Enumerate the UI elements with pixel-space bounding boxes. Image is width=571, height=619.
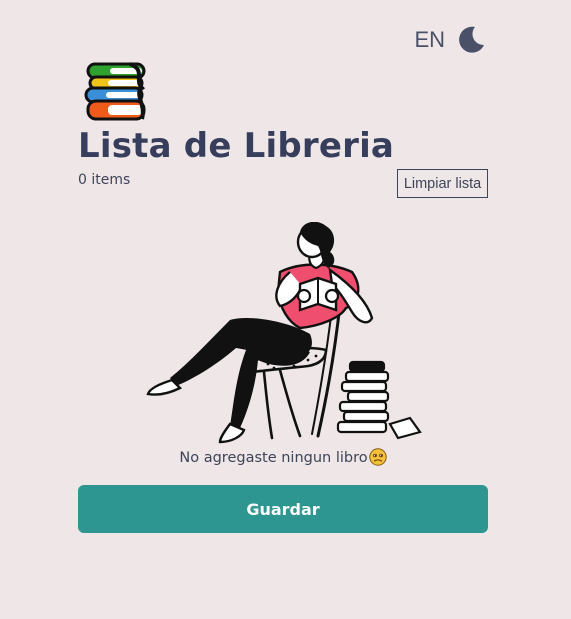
save-button[interactable]: Guardar <box>78 485 488 533</box>
empty-state-message: No agregaste ningun libro <box>0 448 566 466</box>
books-stack-icon <box>84 62 146 121</box>
page-title: Lista de Libreria <box>78 126 395 166</box>
worried-face-emoji <box>368 448 387 466</box>
top-bar: EN <box>414 24 487 56</box>
person-reading-illustration <box>146 222 422 444</box>
clear-list-button[interactable]: Limpiar lista <box>397 169 488 198</box>
language-toggle[interactable]: EN <box>414 27 445 53</box>
moon-icon[interactable] <box>455 24 487 56</box>
empty-state-text: No agregaste ningun libro <box>179 450 368 466</box>
app-page: EN Lista de Libreria 0 items Limpiar lis… <box>0 0 571 619</box>
item-count: 0 items <box>78 172 131 188</box>
